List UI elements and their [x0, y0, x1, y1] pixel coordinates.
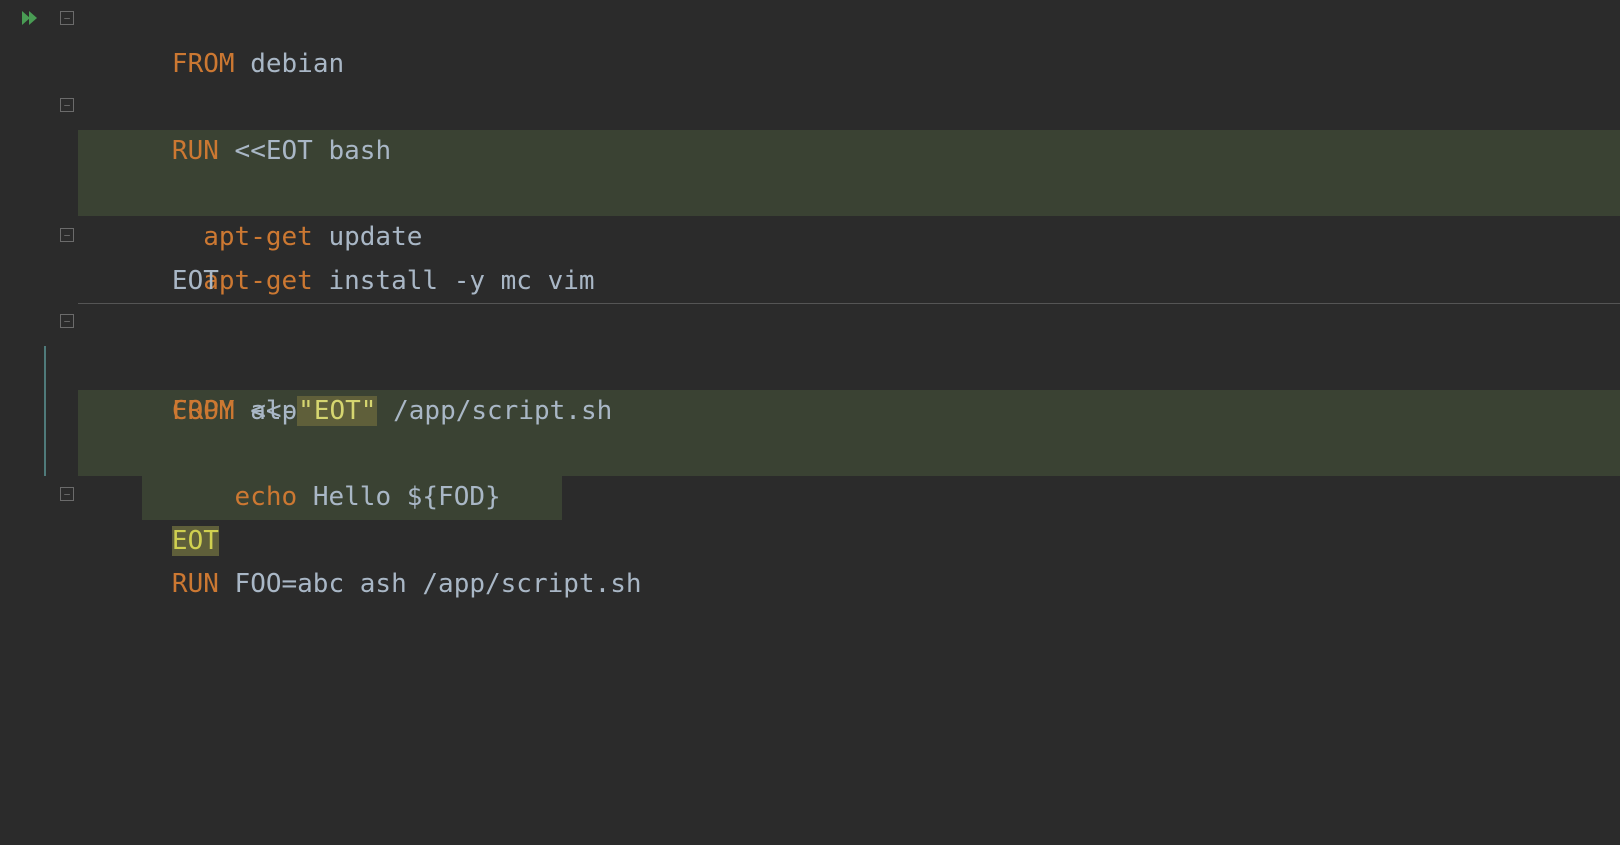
change-indicator [44, 346, 46, 476]
code-token: Hello ${FOD} [297, 482, 501, 512]
code-line[interactable]: COPY <<-"EOT" /app/script.sh [78, 346, 1620, 389]
command-token: echo [235, 482, 298, 512]
run-icon[interactable] [18, 8, 42, 32]
code-content[interactable]: FROM debian RUN <<EOT bash apt-get updat… [78, 0, 1620, 845]
fold-marker-icon[interactable] [60, 11, 74, 25]
keyword-token: RUN [172, 569, 219, 599]
keyword-token: COPY [172, 396, 235, 426]
code-token: bash [313, 136, 391, 166]
heredoc-delim: EOT [172, 266, 219, 296]
code-line[interactable]: FROM alpine [78, 303, 1620, 346]
code-token [172, 222, 203, 252]
editor-gutter [0, 0, 78, 845]
code-line[interactable]: RUN <<EOT bash [78, 87, 1620, 130]
highlighted-token: "EOT" [297, 396, 377, 426]
heredoc-delim: EOT [266, 136, 313, 166]
command-token: apt-get [203, 222, 313, 252]
code-token: debian [235, 49, 345, 79]
fold-marker-icon[interactable] [60, 314, 74, 328]
code-token: << [219, 136, 266, 166]
code-editor[interactable]: FROM debian RUN <<EOT bash apt-get updat… [0, 0, 1620, 845]
keyword-token: RUN [172, 136, 219, 166]
fold-marker-icon[interactable] [60, 228, 74, 242]
keyword-token: FROM [172, 49, 235, 79]
fold-marker-icon[interactable] [60, 98, 74, 112]
fold-marker-icon[interactable] [60, 487, 74, 501]
heredoc-highlight [78, 433, 1620, 476]
code-token: /app/script.sh [377, 396, 612, 426]
code-token: FOO=abc ash /app/script.sh [219, 569, 642, 599]
code-line[interactable]: FROM debian [78, 0, 1620, 43]
code-line[interactable]: EOT [78, 433, 1620, 476]
highlighted-token: EOT [172, 526, 219, 556]
code-line[interactable]: apt-get install -y mc vim [78, 173, 1620, 216]
heredoc-highlight [78, 173, 1620, 216]
code-token: install -y mc vim [313, 266, 595, 296]
stage-separator [78, 303, 1620, 304]
code-token: <<- [235, 396, 298, 426]
code-token: update [313, 222, 423, 252]
command-token: apt-get [203, 266, 313, 296]
code-token [172, 482, 235, 512]
